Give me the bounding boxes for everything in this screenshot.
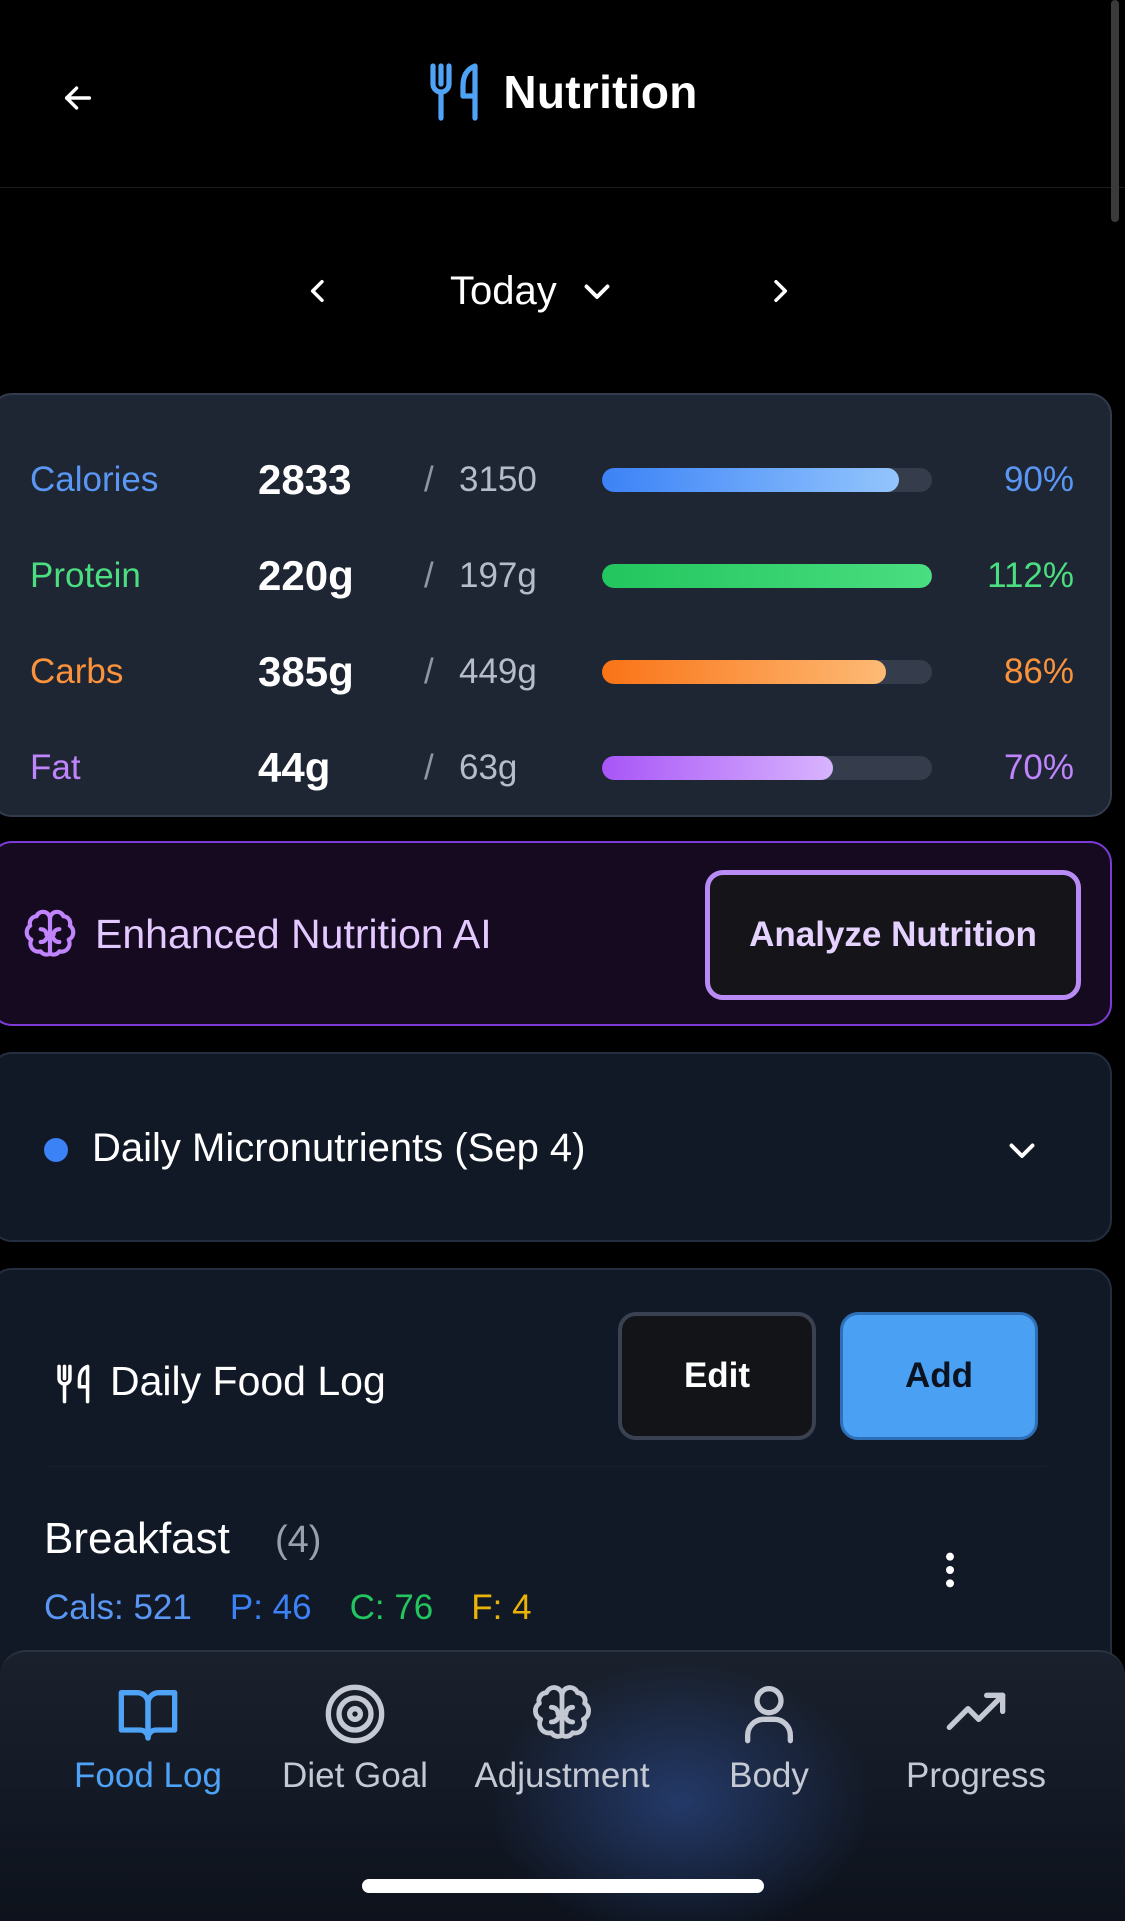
chevron-right-icon: [774, 279, 788, 303]
meal-macros: Cals: 521 P: 46 C: 76 F: 4: [44, 1588, 532, 1628]
home-indicator: [362, 1879, 764, 1893]
page-title-group: Nutrition: [0, 62, 1125, 122]
micronutrients-accordion[interactable]: Daily Micronutrients (Sep 4): [0, 1052, 1112, 1242]
macro-goal: 3150: [459, 460, 537, 499]
macro-goal: 197g: [459, 556, 537, 595]
target-icon: [325, 1684, 385, 1744]
tab-diet-goal[interactable]: Diet Goal: [255, 1682, 455, 1822]
macro-name: Protein: [30, 556, 141, 595]
macro-separator: /: [424, 748, 434, 787]
edit-button[interactable]: Edit: [618, 1312, 816, 1440]
ai-title: Enhanced Nutrition AI: [95, 911, 492, 957]
macro-progress-track: [602, 468, 932, 492]
brain-icon: [533, 1685, 591, 1739]
tab-label: Food Log: [74, 1756, 222, 1795]
tab-label: Diet Goal: [282, 1756, 428, 1795]
micronutrients-title: Daily Micronutrients (Sep 4): [92, 1126, 586, 1170]
macro-progress-fill: [602, 564, 932, 588]
analyze-nutrition-button[interactable]: Analyze Nutrition: [705, 870, 1081, 1000]
date-navigation: Today: [0, 255, 1125, 325]
tab-adjustment[interactable]: Adjustment: [462, 1682, 662, 1822]
macro-summary-card: Calories 2833 / 3150 90% Protein 220g / …: [0, 393, 1112, 817]
book-open-icon: [118, 1690, 178, 1741]
macro-row-fat: Fat 44g / 63g 70%: [0, 740, 1110, 800]
expand-toggle[interactable]: [994, 1122, 1050, 1178]
date-selector[interactable]: Today: [450, 263, 615, 319]
app-header: Nutrition: [0, 0, 1125, 222]
tab-progress[interactable]: Progress: [876, 1682, 1076, 1822]
utensils-icon: [430, 63, 478, 121]
add-button[interactable]: Add: [840, 1312, 1038, 1440]
macro-progress-track: [602, 660, 932, 684]
macro-progress-fill: [602, 756, 833, 780]
next-day-button[interactable]: [752, 263, 808, 319]
tab-food-log[interactable]: Food Log: [48, 1682, 248, 1822]
macro-name: Fat: [30, 748, 81, 787]
brain-icon: [24, 909, 76, 957]
macro-goal: 63g: [459, 748, 518, 787]
macro-progress-track: [602, 756, 932, 780]
tab-label: Adjustment: [474, 1756, 650, 1795]
utensils-icon: [57, 1364, 90, 1404]
macro-row-calories: Calories 2833 / 3150 90%: [0, 452, 1110, 512]
macro-value: 2833: [258, 456, 352, 503]
macro-name: Carbs: [30, 652, 124, 691]
macro-progress-fill: [602, 468, 899, 492]
meal-protein: P: 46: [229, 1588, 312, 1627]
macro-progress-fill: [602, 660, 886, 684]
macro-percent: 90%: [1003, 460, 1074, 499]
macro-row-protein: Protein 220g / 197g 112%: [0, 548, 1110, 608]
tab-body[interactable]: Body: [669, 1682, 869, 1822]
more-vertical-icon: [946, 1552, 954, 1588]
nutrition-ai-card: Enhanced Nutrition AI Analyze Nutrition: [0, 841, 1112, 1026]
meal-carbs: C: 76: [349, 1588, 434, 1627]
chevron-down-icon: [584, 284, 610, 299]
previous-day-button[interactable]: [290, 263, 346, 319]
meal-more-options-button[interactable]: [922, 1542, 978, 1598]
chevron-left-icon: [310, 279, 324, 303]
macro-goal: 449g: [459, 652, 537, 691]
tab-label: Body: [729, 1756, 809, 1795]
macro-separator: /: [424, 652, 434, 691]
macro-row-carbs: Carbs 385g / 449g 86%: [0, 644, 1110, 704]
meal-item-count: (4): [275, 1519, 322, 1561]
food-log-title: Daily Food Log: [110, 1358, 386, 1404]
macro-value: 44g: [258, 744, 331, 791]
status-dot: [44, 1138, 68, 1162]
scrollbar[interactable]: [1111, 0, 1119, 222]
macro-separator: /: [424, 556, 434, 595]
page-title: Nutrition: [503, 66, 698, 118]
trending-up-icon: [946, 1692, 1006, 1730]
macro-value: 220g: [258, 552, 354, 599]
nutrition-screen: Nutrition Today Calories 2833 / 3150 90%…: [0, 0, 1125, 1921]
meal-fat: F: 4: [471, 1588, 532, 1627]
macro-separator: /: [424, 460, 434, 499]
user-icon: [745, 1686, 793, 1744]
date-label: Today: [450, 268, 557, 313]
meal-calories: Cals: 521: [44, 1588, 192, 1627]
divider: [46, 1466, 1046, 1467]
macro-percent: 112%: [987, 556, 1074, 595]
macro-progress-track: [602, 564, 932, 588]
macro-percent: 86%: [1003, 652, 1074, 691]
chevron-down-icon: [1009, 1143, 1035, 1158]
macro-percent: 70%: [1003, 748, 1074, 787]
macro-name: Calories: [30, 460, 159, 499]
tab-label: Progress: [905, 1756, 1047, 1795]
meal-name[interactable]: Breakfast: [44, 1514, 230, 1564]
macro-value: 385g: [258, 648, 354, 695]
